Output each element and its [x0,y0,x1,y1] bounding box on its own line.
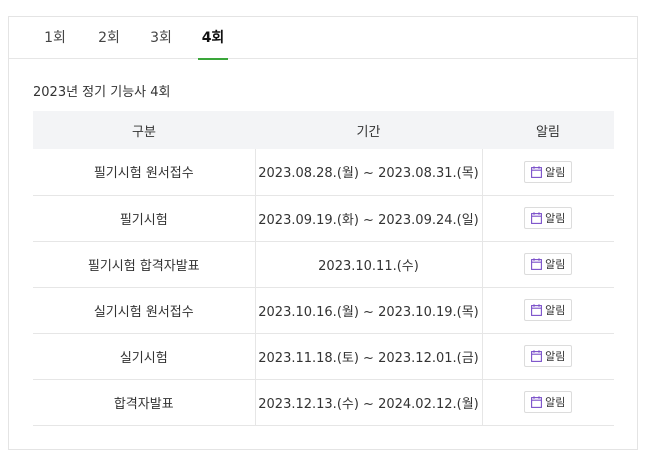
row-alarm-cell: 알림 [482,287,614,334]
schedule-table: 구분 기간 알림 필기시험 원서접수 2023.08.28.(월) ~ 2023… [33,111,614,426]
calendar-icon [531,304,543,316]
table-row: 실기시험 원서접수 2023.10.16.(월) ~ 2023.10.19.(목… [33,287,614,334]
table-row: 필기시험 원서접수 2023.08.28.(월) ~ 2023.08.31.(목… [33,149,614,196]
alarm-button-label: 알림 [545,165,566,179]
table-caption: 2023년 정기 기능사 4회 [33,85,171,100]
tab-round-1[interactable]: 1회 [43,17,67,59]
table-row: 합격자발표 2023.12.13.(수) ~ 2024.02.12.(월) 알림 [33,379,614,426]
tab-round-3[interactable]: 3회 [149,17,173,59]
header-period: 기간 [255,111,482,149]
alarm-button[interactable]: 알림 [524,160,573,183]
calendar-icon [531,350,543,362]
alarm-button-label: 알림 [545,304,566,317]
tab-round-2[interactable]: 2회 [97,17,121,59]
row-alarm-cell: 알림 [482,241,614,288]
alarm-button[interactable]: 알림 [524,253,573,275]
row-category: 필기시험 합격자발표 [33,241,255,288]
round-tabs: 1회 2회 3회 4회 [9,17,637,60]
row-period: 2023.11.18.(토) ~ 2023.12.01.(금) [254,333,483,380]
table-row: 필기시험 합격자발표 2023.10.11.(수) 알림 [33,241,614,288]
alarm-button-label: 알림 [545,212,566,225]
row-category: 실기시험 [33,333,255,380]
calendar-icon [531,258,543,270]
tab-round-4[interactable]: 4회 [198,17,228,60]
table-header-row: 구분 기간 알림 [33,111,614,149]
calendar-icon [531,166,543,178]
alarm-button-label: 알림 [545,258,566,271]
alarm-button[interactable]: 알림 [524,299,573,321]
row-period: 2023.09.19.(화) ~ 2023.09.24.(일) [254,195,483,242]
table-row: 필기시험 2023.09.19.(화) ~ 2023.09.24.(일) 알림 [33,195,614,242]
row-period: 2023.10.16.(월) ~ 2023.10.19.(목) [254,287,483,334]
alarm-button[interactable]: 알림 [524,345,573,367]
row-category: 실기시험 원서접수 [33,287,255,334]
alarm-button-label: 알림 [545,396,566,409]
calendar-icon [531,212,543,224]
row-alarm-cell: 알림 [482,379,614,426]
header-alarm: 알림 [482,111,614,149]
row-alarm-cell: 알림 [482,149,614,196]
row-period: 2023.10.11.(수) [254,241,483,288]
calendar-icon [531,396,543,408]
row-alarm-cell: 알림 [482,333,614,380]
alarm-button[interactable]: 알림 [524,391,573,413]
table-row: 실기시험 2023.11.18.(토) ~ 2023.12.01.(금) 알림 [33,333,614,380]
row-alarm-cell: 알림 [482,195,614,242]
header-category: 구분 [33,111,255,149]
schedule-panel: 1회 2회 3회 4회 2023년 정기 기능사 4회 구분 기간 알림 필기시… [8,16,638,450]
row-category: 합격자발표 [33,379,255,426]
row-category: 필기시험 원서접수 [33,149,255,196]
alarm-button-label: 알림 [545,350,566,363]
row-category: 필기시험 [33,195,255,242]
row-period: 2023.08.28.(월) ~ 2023.08.31.(목) [254,149,483,196]
alarm-button[interactable]: 알림 [524,207,573,229]
row-period: 2023.12.13.(수) ~ 2024.02.12.(월) [254,379,483,426]
